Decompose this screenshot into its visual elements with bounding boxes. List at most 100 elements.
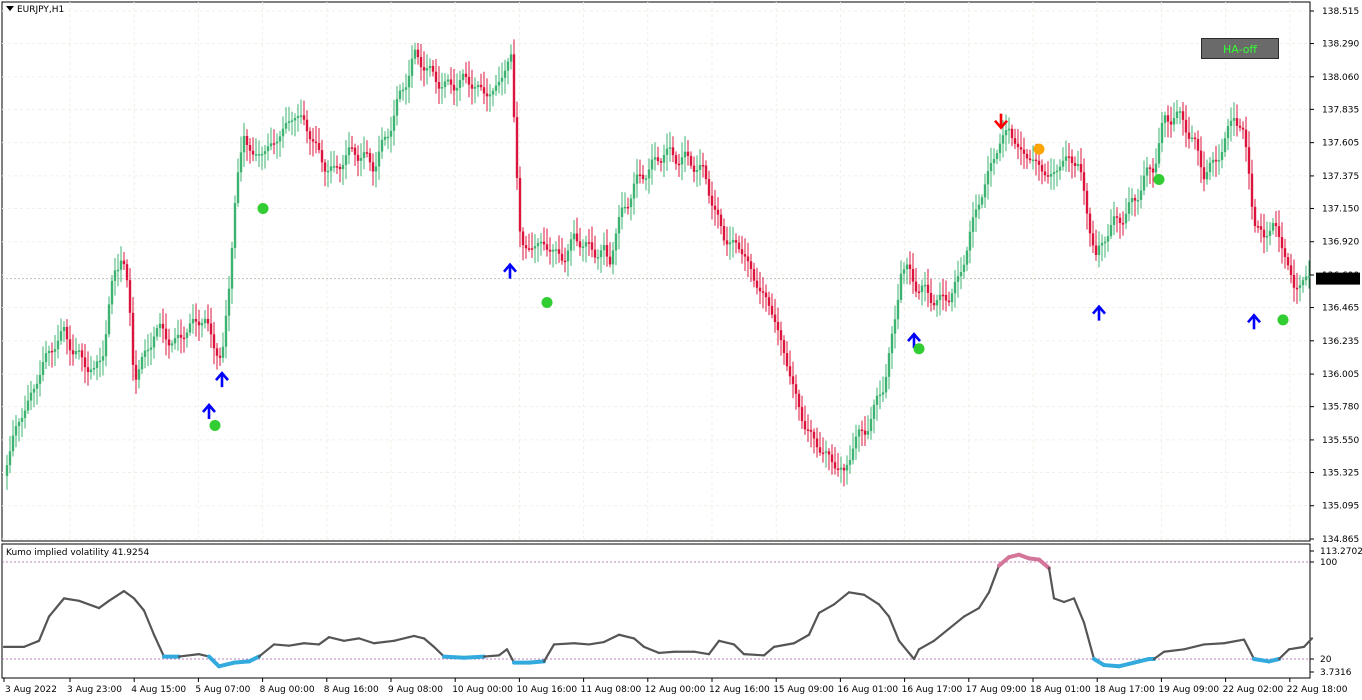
volatility-segment (742, 653, 766, 657)
candle-body (1265, 235, 1269, 238)
candle-body (149, 347, 153, 350)
candle-body (1211, 159, 1215, 163)
candle-body (374, 166, 378, 172)
candle-body (992, 159, 996, 164)
price-tick-label: 138.290 (1322, 40, 1359, 50)
candle-body (8, 451, 12, 466)
candle-body (206, 318, 210, 324)
candle-body (17, 421, 21, 427)
candle-body (758, 287, 762, 292)
candle-body (980, 197, 984, 205)
candle-body (1154, 163, 1158, 173)
candle-body (638, 174, 642, 177)
candle-body (641, 174, 645, 180)
candle-body (1157, 143, 1161, 164)
candle-body (965, 250, 969, 265)
candle-body (923, 284, 927, 287)
candle-body (200, 323, 204, 326)
candle-body (1004, 130, 1008, 136)
candle-body (1262, 229, 1266, 238)
candle-body (209, 323, 213, 335)
candle-body (11, 435, 15, 452)
candle-body (548, 249, 552, 252)
dropdown-triangle-icon (6, 6, 14, 11)
candle-body (509, 54, 513, 62)
candle-body (329, 166, 333, 171)
candle-body (554, 249, 558, 251)
candle-body (1121, 223, 1125, 225)
price-chart-area[interactable]: 138.515 138.290 138.060 137.835 137.605 137.3… (0, 0, 1362, 700)
candle-body (575, 233, 579, 242)
candle-body (920, 285, 924, 293)
candle-body (1007, 128, 1011, 131)
candle-body (89, 369, 93, 373)
candle-body (1085, 190, 1089, 214)
candle-body (656, 157, 660, 162)
candle-body (1292, 275, 1296, 288)
candle-body (1223, 138, 1227, 153)
candle-body (1301, 280, 1305, 286)
candle-body (809, 429, 813, 432)
candle-body (317, 143, 321, 151)
volatility-segment (442, 654, 466, 660)
price-tick-label: 136.465 (1322, 304, 1359, 314)
candle-body (902, 269, 906, 274)
candle-body (896, 299, 900, 320)
candle-body (974, 209, 978, 218)
candle-body (1067, 156, 1071, 158)
candle-body (203, 318, 207, 324)
candle-body (116, 269, 120, 272)
candle-body (1274, 223, 1278, 227)
candle-body (887, 353, 891, 377)
candle-body (233, 202, 237, 249)
candle-body (1028, 158, 1032, 161)
ha-toggle-button[interactable]: HA-off (1201, 38, 1279, 59)
price-tick-label: 137.835 (1322, 105, 1359, 115)
candle-body (1289, 265, 1293, 276)
candle-body (935, 300, 939, 306)
candle-body (1133, 198, 1137, 201)
candle-body (863, 430, 867, 435)
candle-body (542, 241, 546, 245)
candle-body (722, 226, 726, 241)
candle-body (56, 340, 60, 350)
candle-body (1307, 276, 1311, 278)
candle-body (683, 151, 687, 158)
candle-body (1286, 257, 1290, 266)
candle-body (515, 117, 519, 178)
volatility-segment (1252, 657, 1271, 664)
time-tick-label: 18 Aug 01:00 (1030, 685, 1091, 695)
candle-body (347, 147, 351, 156)
candle-body (146, 349, 150, 352)
price-tick-label: 135.550 (1322, 436, 1359, 446)
candle-body (614, 233, 618, 251)
candle-body (410, 58, 414, 76)
candle-body (170, 343, 174, 346)
price-tick-label: 136.005 (1322, 370, 1359, 380)
candle-body (458, 79, 462, 88)
time-tick-label: 10 Aug 00:00 (452, 685, 513, 695)
candle-body (176, 334, 180, 339)
candle-body (1064, 156, 1068, 161)
time-tick-label: 11 Aug 08:00 (581, 685, 642, 695)
candle-body (365, 152, 369, 154)
candle-body (566, 250, 570, 262)
candle-body (119, 260, 123, 270)
candle-body (578, 241, 582, 248)
candle-body (701, 164, 705, 167)
candle-body (1022, 149, 1026, 154)
candle-body (1178, 111, 1182, 113)
candle-body (1109, 225, 1113, 237)
time-tick-label: 16 Aug 01:00 (837, 685, 898, 695)
candle-body (416, 49, 420, 58)
time-tick-label: 9 Aug 08:00 (388, 685, 443, 695)
candle-body (929, 292, 933, 303)
candle-body (617, 217, 621, 234)
candle-body (467, 76, 471, 85)
candle-body (191, 318, 195, 324)
time-tick-label: 12 Aug 00:00 (645, 685, 706, 695)
candle-body (395, 99, 399, 116)
candle-body (125, 264, 129, 281)
candle-body (113, 270, 117, 281)
candle-body (854, 436, 858, 449)
